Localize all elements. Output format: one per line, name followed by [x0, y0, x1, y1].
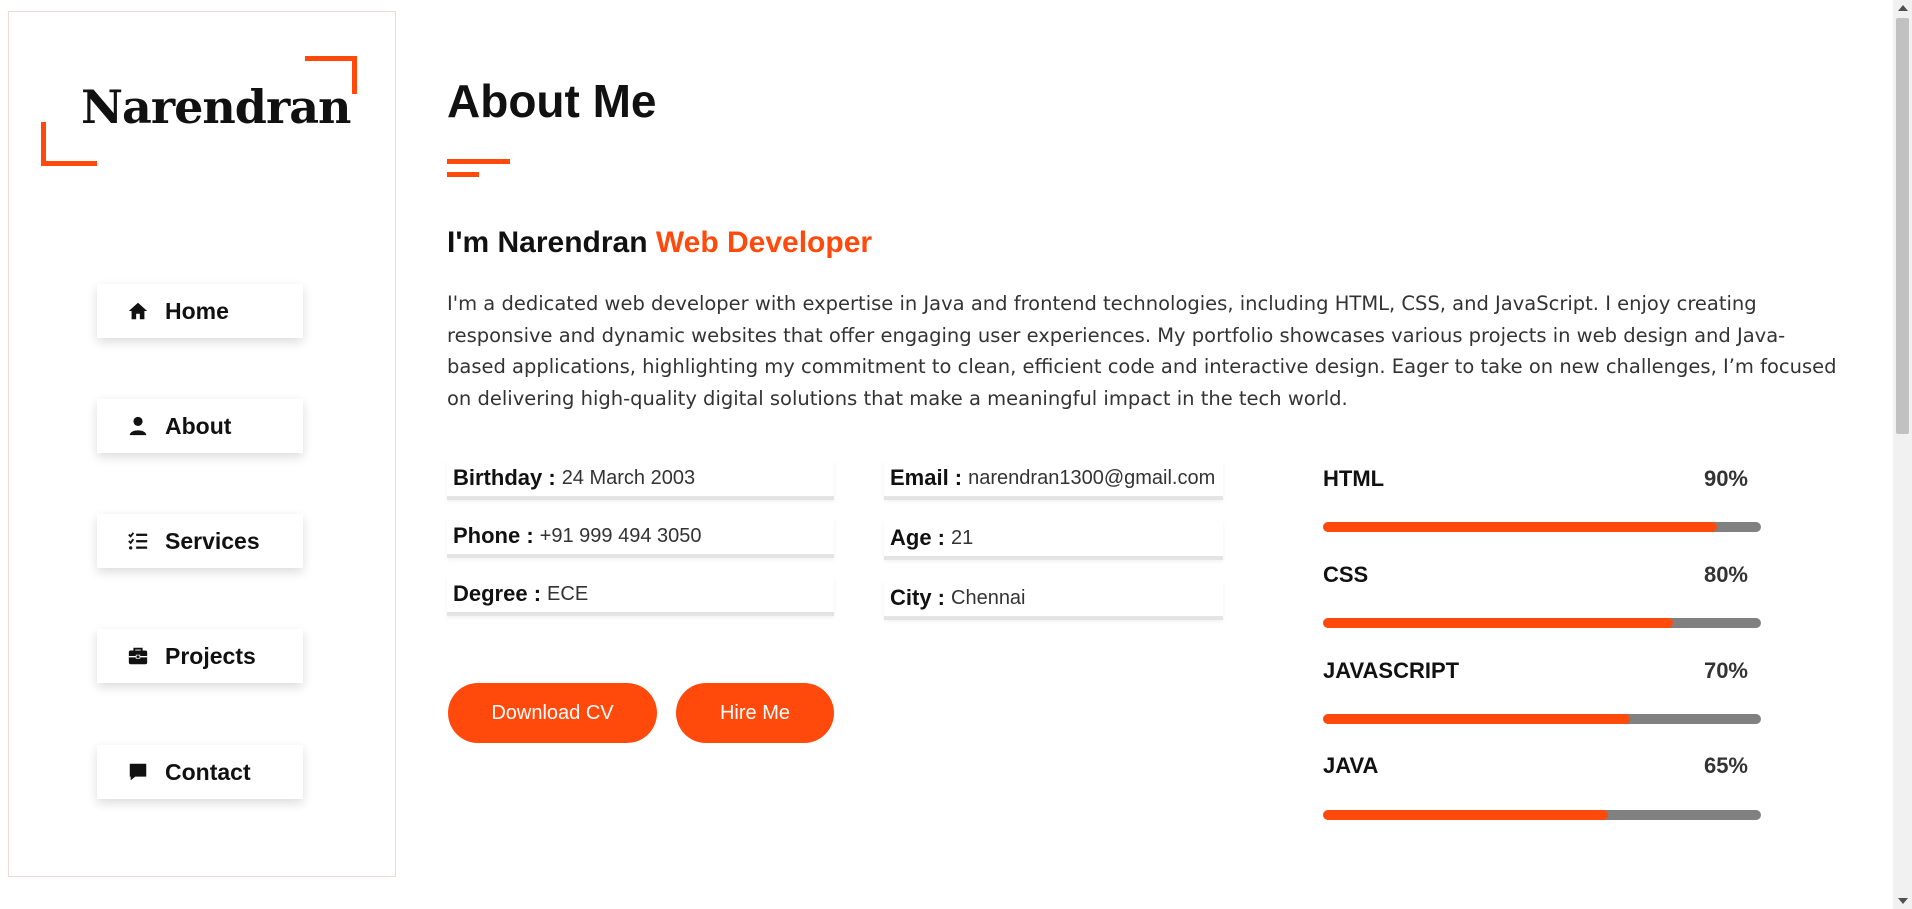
info-age-value: 21 — [951, 526, 974, 549]
skill-bar-track — [1323, 522, 1761, 532]
nav-about-label: About — [165, 412, 232, 439]
info-email: Email : narendran1300@gmail.com — [884, 460, 1223, 500]
skill-name: HTML — [1323, 466, 1385, 491]
logo-text: Narendran — [81, 80, 351, 134]
page-title: About Me — [447, 75, 657, 127]
skill-bar-track — [1323, 714, 1761, 724]
home-icon — [127, 300, 149, 322]
role-text: Web Developer — [655, 226, 873, 259]
skill-bar-fill — [1323, 618, 1674, 628]
title-underline-short — [447, 172, 479, 177]
info-degree-value: ECE — [547, 582, 589, 605]
briefcase-icon — [127, 645, 149, 667]
skill-percent: 65% — [1703, 753, 1748, 778]
scrollbar-thumb[interactable] — [1896, 18, 1909, 434]
info-birthday: Birthday : 24 March 2003 — [447, 460, 834, 500]
hire-me-button[interactable]: Hire Me — [676, 683, 834, 743]
logo[interactable]: Narendran — [41, 56, 357, 166]
skill-bar-track — [1323, 618, 1761, 628]
about-description: I'm a dedicated web developer with exper… — [447, 292, 1837, 410]
nav-contact-button[interactable]: Contact — [97, 745, 303, 799]
user-icon — [127, 415, 149, 437]
skill-bar-fill — [1323, 810, 1608, 820]
nav-home-button[interactable]: Home — [97, 284, 303, 338]
intro-heading: I'm Narendran Web Developer — [447, 226, 872, 260]
nav-services-button[interactable]: Services — [97, 514, 303, 568]
message-icon — [127, 761, 149, 783]
sidebar: Narendran Home About Services Projects C… — [8, 11, 396, 877]
info-phone-value: +91 999 494 3050 — [539, 524, 702, 547]
nav-services-label: Services — [165, 527, 260, 554]
vertical-scrollbar[interactable] — [1893, 0, 1912, 909]
info-email-label: Email : — [890, 465, 963, 490]
info-degree: Degree : ECE — [447, 576, 834, 616]
download-cv-button[interactable]: Download CV — [448, 683, 657, 743]
skill-percent: 90% — [1703, 466, 1748, 491]
skill-bar-fill — [1323, 714, 1630, 724]
scroll-down-icon[interactable] — [1898, 898, 1908, 904]
skill-name: CSS — [1323, 562, 1369, 587]
info-city: City : Chennai — [884, 580, 1223, 620]
nav-projects-label: Projects — [165, 642, 256, 669]
skill-bar-track — [1323, 810, 1761, 820]
nav-home-label: Home — [165, 297, 229, 324]
title-underline — [447, 159, 510, 164]
scroll-up-icon[interactable] — [1898, 5, 1908, 11]
info-age: Age : 21 — [884, 520, 1223, 560]
skill-name: JAVA — [1323, 753, 1379, 778]
info-birthday-value: 24 March 2003 — [561, 466, 696, 489]
info-phone: Phone : +91 999 494 3050 — [447, 518, 834, 558]
info-phone-label: Phone : — [453, 523, 534, 548]
skill-percent: 70% — [1703, 658, 1748, 683]
intro-text: I'm Narendran — [447, 226, 648, 259]
nav-contact-label: Contact — [165, 758, 251, 785]
info-city-value: Chennai — [951, 586, 1026, 609]
skill-percent: 80% — [1703, 562, 1748, 587]
info-age-label: Age : — [890, 525, 945, 550]
info-degree-label: Degree : — [453, 581, 542, 606]
list-check-icon — [127, 530, 149, 552]
skill-bar-fill — [1323, 522, 1718, 532]
nav-about-button[interactable]: About — [97, 399, 303, 453]
info-birthday-label: Birthday : — [453, 465, 556, 490]
skill-name: JAVASCRIPT — [1323, 658, 1460, 683]
info-email-value[interactable]: narendran1300@gmail.com — [968, 467, 1215, 490]
nav-projects-button[interactable]: Projects — [97, 629, 303, 683]
info-city-label: City : — [890, 585, 945, 610]
